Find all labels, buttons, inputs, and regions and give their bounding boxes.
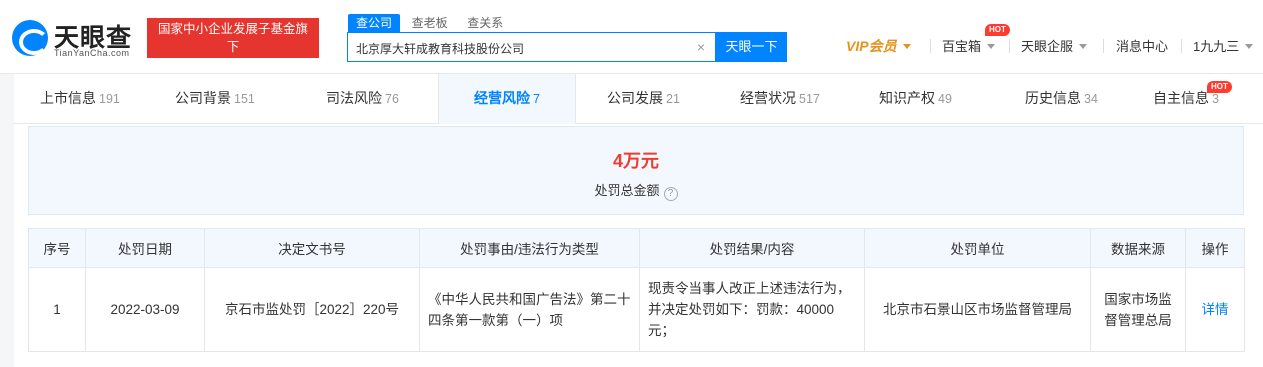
cell-date: 2022-03-09: [85, 267, 205, 352]
chevron-down-icon: [1079, 44, 1088, 49]
message-center-link[interactable]: 消息中心: [1116, 36, 1168, 56]
tab-count: 517: [799, 92, 820, 106]
search-type-tabs: 查公司 查老板 查关系: [348, 14, 511, 32]
penalty-table: 序号 处罚日期 决定文书号 处罚事由/违法行为类型 处罚结果/内容 处罚单位 数…: [28, 228, 1245, 352]
search-tab-boss[interactable]: 查老板: [404, 14, 456, 32]
tab-history-info[interactable]: 历史信息 34: [1025, 74, 1098, 124]
clear-icon[interactable]: ×: [697, 39, 705, 55]
search-tab-relation[interactable]: 查关系: [459, 14, 511, 32]
help-icon[interactable]: ?: [663, 187, 678, 201]
cell-action: 详情: [1185, 267, 1245, 352]
summary-label: 处罚总金额: [594, 183, 660, 198]
col-header-reason: 处罚事由/违法行为类型: [419, 228, 640, 268]
col-header-index: 序号: [28, 228, 86, 268]
cell-doc-no: 京石市监处罚［2022］220号: [204, 267, 420, 352]
vip-label: VIP会员: [846, 38, 897, 54]
tab-label: 公司背景: [175, 90, 231, 106]
official-badge: 国家中小企业发展子基金旗下 官方备案企业征信机构: [147, 18, 319, 72]
table-header-row: 序号 处罚日期 决定文书号 处罚事由/违法行为类型 处罚结果/内容 处罚单位 数…: [28, 228, 1245, 268]
col-header-date: 处罚日期: [85, 228, 205, 268]
search-input[interactable]: 北京厚大轩成教育科技股份公司 ×: [347, 32, 716, 62]
cell-reason: 《中华人民共和国广告法》第二十四条第一款第（一）项: [419, 267, 640, 352]
col-header-action: 操作: [1185, 228, 1245, 268]
tab-company-development[interactable]: 公司发展 21: [607, 74, 680, 124]
tab-count: 21: [666, 92, 680, 106]
hot-badge: HOT: [985, 24, 1010, 36]
tab-label: 历史信息: [1025, 90, 1081, 106]
baibaoxiang-label: 百宝箱: [942, 39, 982, 54]
tab-judicial-risk[interactable]: 司法风险 76: [326, 74, 399, 124]
user-name: 1九九三: [1193, 39, 1240, 54]
tab-count: 76: [385, 92, 399, 106]
qifu-menu[interactable]: 天眼企服: [1021, 36, 1088, 56]
chevron-down-icon: [987, 44, 996, 49]
qifu-label: 天眼企服: [1021, 39, 1074, 54]
tab-operating-risk[interactable]: 经营风险 7: [438, 74, 576, 124]
tab-operating-status[interactable]: 经营状况 517: [740, 74, 820, 124]
cell-index: 1: [28, 267, 86, 352]
divider: [1009, 39, 1010, 53]
divider: [1181, 39, 1182, 53]
col-header-unit: 处罚单位: [864, 228, 1091, 268]
badge-line-2: 官方备案企业征信机构: [160, 58, 306, 72]
tab-label: 经营风险: [474, 90, 531, 106]
tab-count: 34: [1084, 92, 1098, 106]
penalty-section: 4万元 处罚总金额? 序号 处罚日期 决定文书号 处罚事由/违法行为类型 处罚结…: [14, 124, 1263, 367]
vip-menu[interactable]: VIP会员: [846, 36, 911, 56]
search-input-value: 北京厚大轩成教育科技股份公司: [356, 42, 525, 56]
cell-source: 国家市场监督管理总局: [1090, 267, 1186, 352]
divider: [930, 39, 931, 53]
total-penalty-label: 处罚总金额?: [29, 180, 1243, 201]
tab-count: 151: [234, 92, 255, 106]
search-button[interactable]: 天眼一下: [716, 32, 787, 62]
hot-badge: HOT: [1207, 81, 1232, 93]
baibaoxiang-menu[interactable]: 百宝箱: [942, 36, 996, 56]
chevron-down-icon: [902, 44, 911, 49]
penalty-summary: 4万元 处罚总金额?: [28, 126, 1244, 215]
cell-result: 现责令当事人改正上述违法行为，并决定处罚如下：罚款：40000元；: [639, 267, 865, 352]
cell-unit: 北京市石景山区市场监督管理局: [864, 267, 1091, 352]
badge-line-1: 国家中小企业发展子基金旗下: [157, 22, 308, 54]
tab-count: 191: [99, 92, 120, 106]
logo-eye-icon: [12, 20, 49, 56]
tab-label: 公司发展: [607, 90, 663, 106]
detail-link[interactable]: 详情: [1202, 302, 1229, 317]
tab-count: 3: [1212, 92, 1219, 106]
tab-listing-info[interactable]: 上市信息 191: [40, 74, 120, 124]
total-penalty-amount: 4万元: [612, 151, 659, 171]
col-header-result: 处罚结果/内容: [639, 228, 865, 268]
search-tab-company[interactable]: 查公司: [348, 14, 401, 32]
tab-count: 49: [938, 92, 952, 106]
tab-label: 自主信息: [1153, 90, 1209, 106]
tab-label: 司法风险: [326, 90, 382, 106]
table-row: 1 2022-03-09 京石市监处罚［2022］220号 《中华人民共和国广告…: [28, 267, 1245, 352]
tab-intellectual-property[interactable]: 知识产权 49: [879, 74, 952, 124]
divider: [1103, 39, 1104, 53]
col-header-doc-no: 决定文书号: [204, 228, 420, 268]
section-tabs: 上市信息 191 公司背景 151 司法风险 76 经营风险 7 公司发展 21 经营状况…: [14, 74, 1263, 124]
user-menu[interactable]: 1九九三: [1193, 36, 1254, 56]
tab-company-background[interactable]: 公司背景 151: [175, 74, 255, 124]
tab-label: 上市信息: [40, 90, 96, 106]
logo-subtext: TianYanCha.com: [54, 48, 130, 58]
tab-label: 知识产权: [879, 90, 935, 106]
logo[interactable]: 天眼查 TianYanCha.com: [12, 16, 142, 60]
col-header-source: 数据来源: [1090, 228, 1186, 268]
top-header: 天眼查 TianYanCha.com 国家中小企业发展子基金旗下 官方备案企业征…: [0, 0, 1263, 74]
chevron-down-icon: [1245, 44, 1254, 49]
tab-count: 7: [533, 92, 540, 106]
tab-label: 经营状况: [740, 90, 796, 106]
